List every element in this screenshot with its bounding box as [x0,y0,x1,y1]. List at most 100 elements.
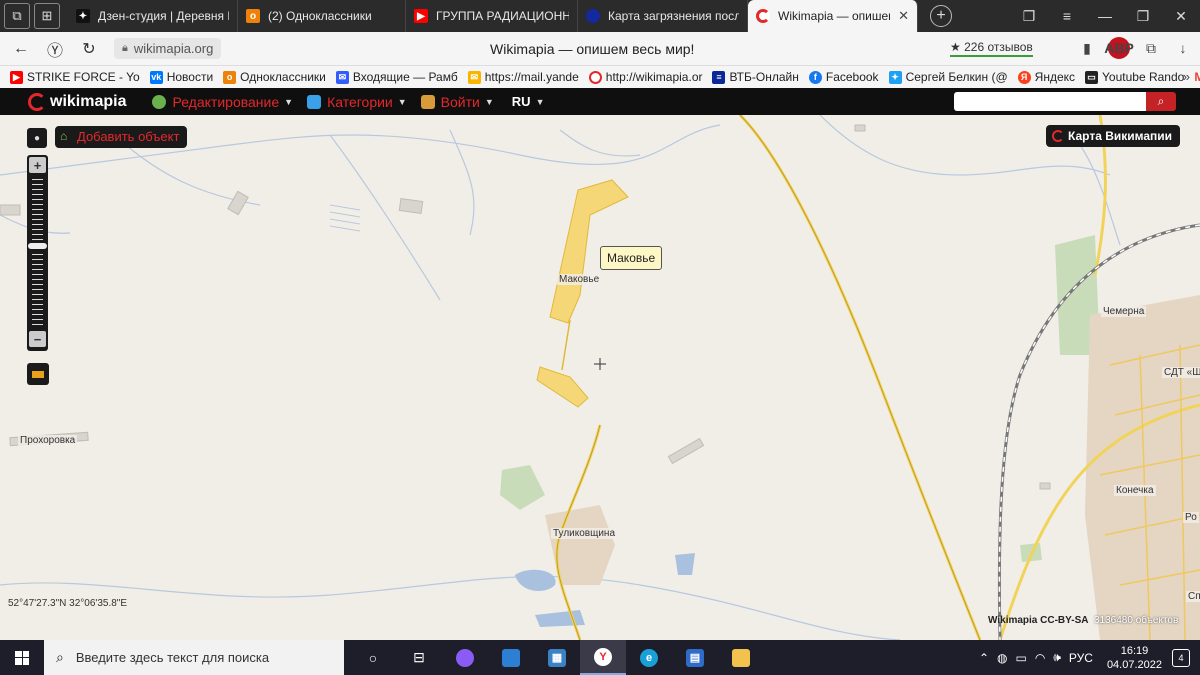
settings-icon[interactable]: ● [27,128,47,148]
alice-icon[interactable] [442,640,488,675]
bookmark-twitter[interactable]: ✦ Сергей Белкин (@ [888,70,1008,84]
license-text[interactable]: Wikimapia CC-BY-SA [988,615,1088,626]
menu-icon[interactable]: ≡ [1048,8,1086,24]
desktop-app-icon[interactable] [488,640,534,675]
road [738,115,982,640]
taskbar-search[interactable]: ⌕ Введите здесь текст для поиска [44,640,344,675]
map-search-input[interactable] [954,92,1146,111]
bookmark-gmail[interactable]: M [1194,70,1200,84]
download-icon[interactable]: ↓ [1172,37,1194,59]
youtube-icon: ▶ [414,9,428,23]
file-explorer-icon[interactable] [718,640,764,675]
cursor-coordinates: 52°47'27.3"N 32°06'35.8"E [8,598,128,609]
onedrive-icon[interactable]: ◍ [997,651,1007,665]
map-label-chemerna: Чемерна [1101,306,1147,317]
windows-taskbar: ⌕ Введите здесь текст для поиска ○ ⊟ ▦ Y… [0,640,1200,675]
twitter-icon: ✦ [888,70,902,84]
search-icon[interactable]: ⌕ [1146,92,1176,111]
settlement-areas [545,295,1200,640]
chevron-up-icon[interactable]: ⌃ [979,651,989,665]
buildings [0,124,1051,490]
wikimapia-icon [756,9,770,23]
notifications-icon[interactable]: 4 [1172,648,1190,667]
zoom-out-button[interactable]: − [29,331,46,347]
bookmark-vk-news[interactable]: vk Новости [149,70,213,84]
input-language[interactable]: РУС [1069,651,1093,665]
sidebar-toggle-icon[interactable]: ⧉ [4,3,30,29]
tab-pollution-map[interactable]: Карта загрязнения после [578,0,748,32]
close-tab-icon[interactable]: ✕ [898,8,909,24]
adblock-icon[interactable]: ABP [1104,37,1134,59]
makovye-polygon[interactable] [536,179,629,408]
task-view-icon[interactable]: ⊟ [396,640,442,675]
tab-manager-icon[interactable]: ❐ [1010,8,1048,25]
yandex-browser-icon[interactable]: Y [580,640,626,675]
bookmark-yandex-mail[interactable]: ✉ https://mail.yande [467,70,579,84]
battery-icon[interactable]: ▭ [1016,651,1027,665]
address-tools: ▮ ABP ⧉ ↓ [1076,37,1194,59]
reload-icon[interactable]: ↻ [72,39,106,59]
add-object-button[interactable]: ⌂ Добавить объект [55,126,188,148]
volume-icon[interactable]: 🕪︎ [1053,650,1061,665]
bookmark-icon[interactable]: ▮ [1076,37,1098,59]
zoom-slider[interactable]: + − [27,155,48,351]
menu-edit[interactable]: Редактирование ▼ [152,94,293,110]
new-window-icon[interactable]: ⊞ [34,3,60,29]
news-app-icon[interactable]: ▤ [672,640,718,675]
tab-odnoklassniki[interactable]: о (2) Одноклассники [238,0,406,32]
map-label-konechka: Конечка [1114,485,1156,496]
zoom-in-button[interactable]: + [29,157,46,173]
menu-categories[interactable]: Категории ▼ [307,94,407,110]
map-canvas[interactable]: Маковье Прохоровка Туликовщина Чемерна С… [0,115,1200,640]
reviews-badge[interactable]: ★ 226 отзывов [950,40,1033,57]
wikimapia-logo[interactable]: wikimapia [28,92,126,111]
bookmark-vtb[interactable]: ≡ ВТБ-Онлайн [712,70,799,84]
minimize-icon[interactable]: — [1086,8,1124,24]
yandex-icon: Я [1017,70,1031,84]
tab-youtube-group[interactable]: ▶ ГРУППА РАДИАЦИОННО [406,0,578,32]
extensions-icon[interactable]: ⧉ [1140,37,1162,59]
clock[interactable]: 16:19 04.07.2022 [1107,644,1162,672]
tab-wikimapia[interactable]: Wikimapia — опишем ✕ [748,0,918,32]
tab-dzen[interactable]: ✦ Дзен-студия | Деревня Кс [68,0,238,32]
bookmark-facebook[interactable]: f Facebook [808,70,879,84]
menu-login[interactable]: Войти ▼ [420,94,494,110]
add-home-icon: ⌂ [60,129,68,143]
network-icon[interactable]: ◠ [1035,651,1045,665]
chevron-down-icon: ▼ [484,96,494,107]
star-icon: ✦ [76,9,90,23]
wikimapia-header: wikimapia Редактирование ▼ Категории ▼ В… [0,88,1200,115]
vk-icon: vk [149,70,163,84]
bookmark-wikimapia[interactable]: http://wikimapia.or [588,70,702,84]
chevron-down-icon: ▼ [284,96,294,107]
zoom-slider-knob[interactable] [28,243,47,249]
back-icon[interactable]: ← [4,40,38,58]
yandex-icon[interactable]: Ⓨ [38,37,72,61]
bookmark-yandex[interactable]: Я Яндекс [1017,70,1075,84]
ruler-icon[interactable] [27,363,49,385]
bookmark-strike-force[interactable]: ▶ STRIKE FORCE - Yo [10,70,140,84]
chevron-right-icon[interactable]: » [1183,69,1190,84]
bookmark-odnoklassniki[interactable]: о Одноклассники [223,70,326,84]
cortana-icon[interactable]: ○ [350,640,396,675]
stream [0,575,901,640]
new-tab-button[interactable]: + [930,5,952,27]
map-type-button[interactable]: Карта Викимапии [1046,125,1181,147]
browser-tab-strip: ⧉ ⊞ ✦ Дзен-студия | Деревня Кс о (2) Одн… [0,0,1200,32]
bookmark-rambler-inbox[interactable]: ✉ Входящие — Рамб [335,70,458,84]
menu-language[interactable]: RU ▼ [508,94,545,109]
bookmark-youtube-random[interactable]: ▭ Youtube Rando [1085,70,1184,84]
edge-icon[interactable]: e [626,640,672,675]
close-window-icon[interactable]: ✕ [1162,8,1200,25]
object-tooltip[interactable]: Маковье [600,246,663,270]
globe-edit-icon [152,94,167,109]
store-icon[interactable]: ▦ [534,640,580,675]
bookmarks-bar: ▶ STRIKE FORCE - Yo vk Новости о Одноклассн… [0,66,1200,88]
start-button[interactable] [0,640,44,675]
restore-icon[interactable]: ❐ [1124,8,1162,25]
url-field[interactable]: 🔒︎ wikimapia.org [114,38,222,59]
makovye-area-south[interactable] [536,366,589,408]
address-bar: ← Ⓨ ↻ 🔒︎ wikimapia.org Wikimapia — опише… [0,32,1200,66]
odnoklassniki-icon: о [223,70,237,84]
search-icon: ⌕ [56,649,64,665]
